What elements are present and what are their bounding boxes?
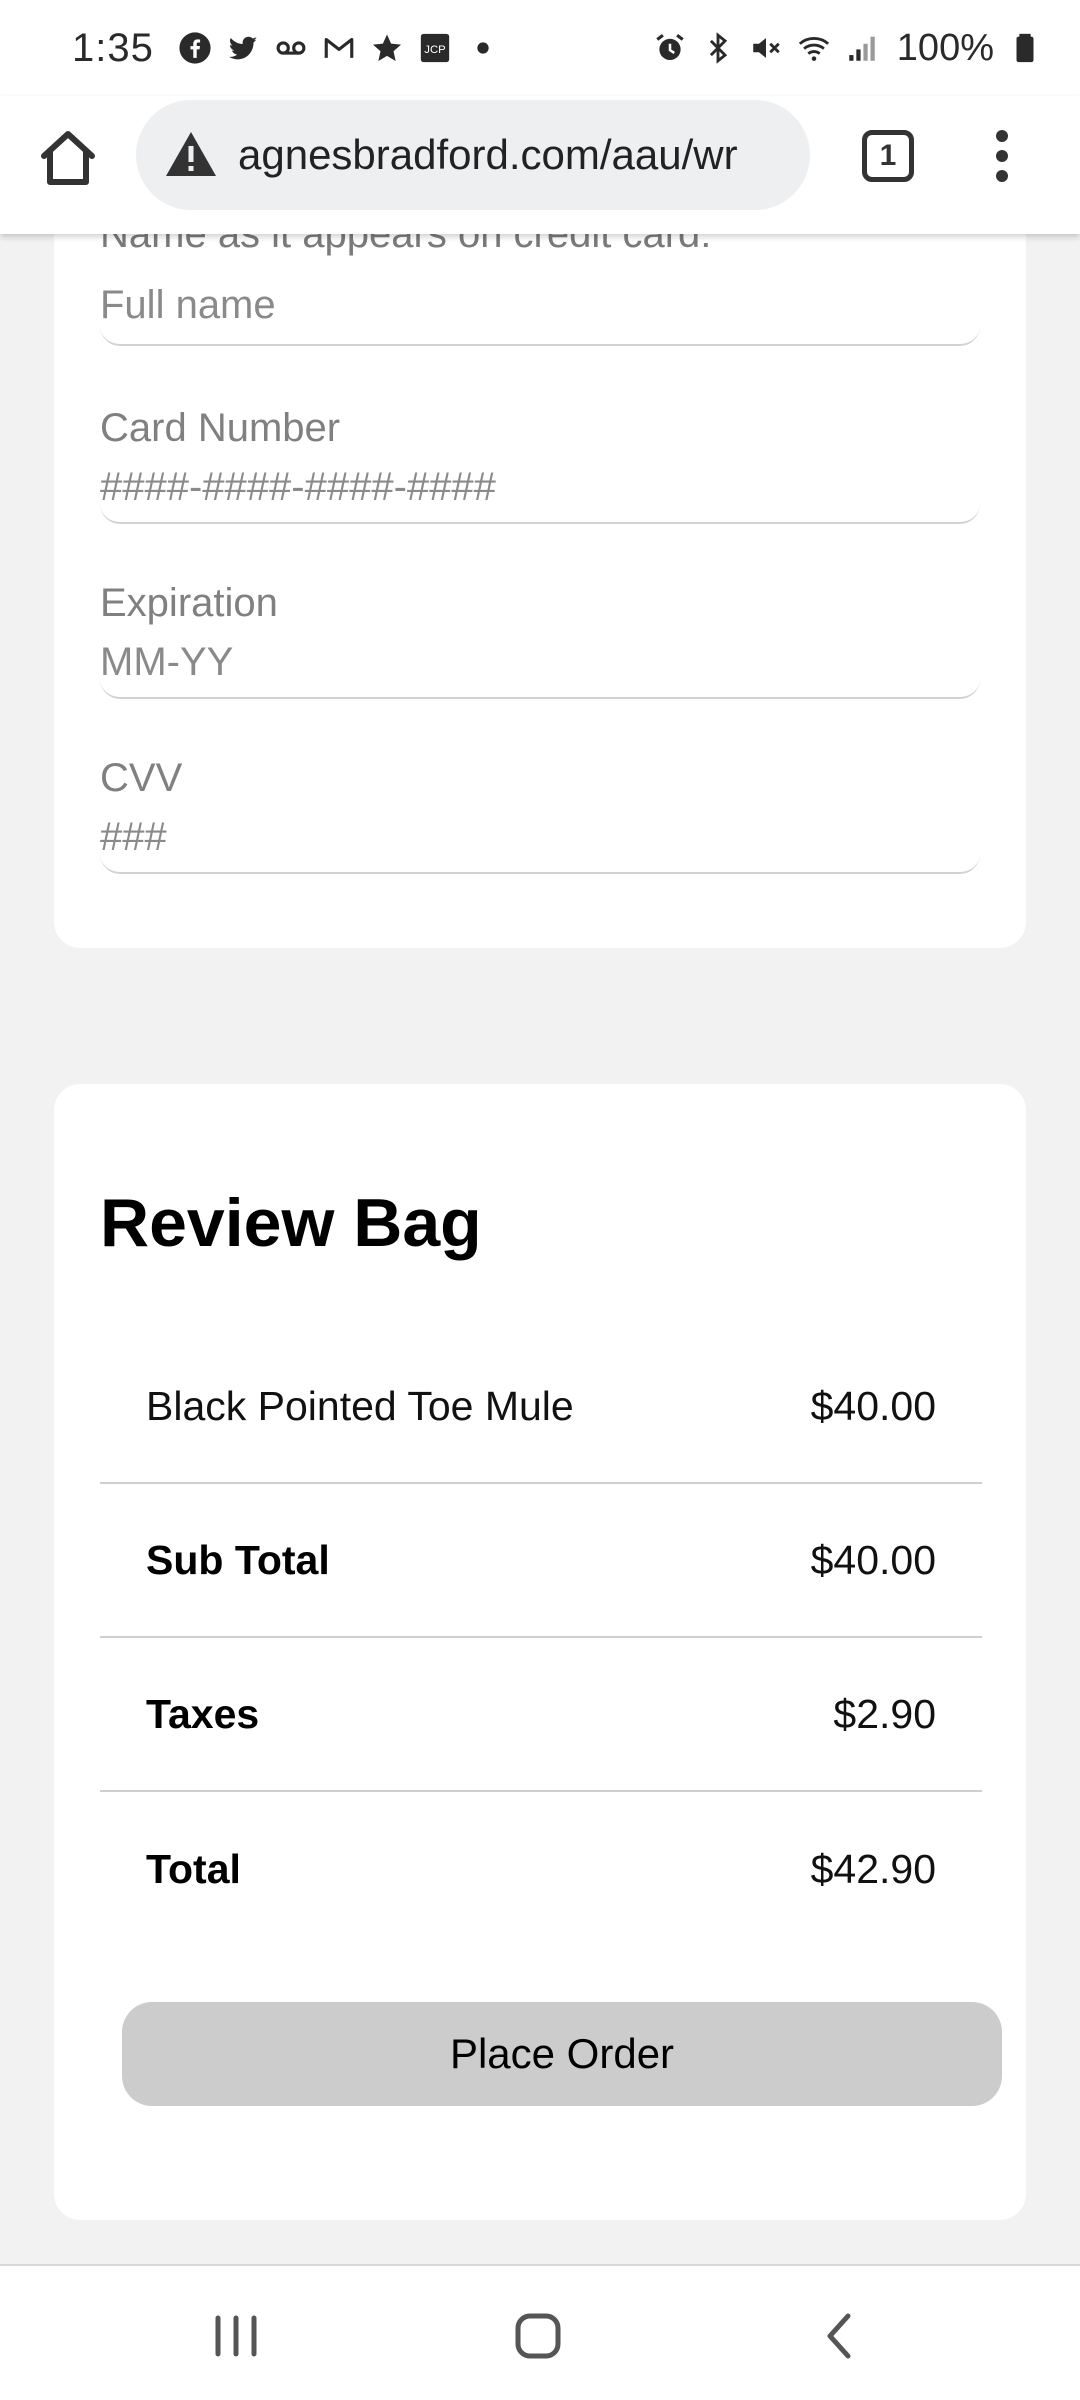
address-bar[interactable]: agnesbradford.com/aau/wr (136, 100, 810, 210)
card-number-input[interactable] (100, 452, 980, 524)
url-text[interactable]: agnesbradford.com/aau/wr (238, 131, 798, 179)
svg-text:JCP: JCP (424, 44, 445, 56)
status-left: 1:35 JCP (72, 26, 500, 71)
line-item: Black Pointed Toe Mule $40.00 (100, 1330, 982, 1484)
taxes-value: $2.90 (833, 1690, 936, 1737)
expiration-label: Expiration (100, 581, 278, 625)
cvv-label: CVV (100, 756, 183, 800)
taxes-row: Taxes $2.90 (100, 1638, 982, 1792)
gmail-icon (322, 31, 356, 65)
total-row: Total $42.90 (100, 1792, 982, 1946)
expiration-field: Expiration (100, 579, 980, 709)
cvv-field: CVV (100, 754, 980, 884)
name-label: Name as it appears on credit card: (100, 234, 712, 256)
wifi-icon (797, 31, 831, 65)
name-input[interactable] (100, 266, 980, 346)
item-name: Black Pointed Toe Mule (146, 1382, 574, 1429)
subtotal-value: $40.00 (810, 1536, 936, 1583)
expiration-input[interactable] (100, 627, 980, 699)
card-number-field: Card Number (100, 404, 980, 534)
signal-icon (845, 31, 879, 65)
item-price: $40.00 (810, 1382, 936, 1429)
browser-toolbar: agnesbradford.com/aau/wr 1 (0, 96, 1080, 234)
name-field (100, 266, 980, 346)
dot-icon (466, 31, 500, 65)
back-icon[interactable] (800, 2296, 880, 2376)
status-right: 100% (653, 27, 1042, 70)
recents-icon[interactable] (196, 2296, 276, 2376)
subtotal-row: Sub Total $40.00 (100, 1484, 982, 1638)
status-bar: 1:35 JCP 100% (0, 0, 1080, 96)
cvv-input[interactable] (100, 802, 980, 874)
subtotal-label: Sub Total (146, 1536, 330, 1583)
system-nav-bar (0, 2264, 1080, 2400)
review-bag-title: Review Bag (100, 1185, 482, 1261)
home-icon[interactable] (36, 126, 100, 190)
page-content: Name as it appears on credit card: Card … (0, 234, 1080, 2264)
more-menu-icon[interactable] (978, 124, 1026, 188)
warning-icon[interactable] (164, 128, 218, 182)
status-time: 1:35 (72, 25, 154, 70)
star-icon (370, 31, 404, 65)
payment-card: Name as it appears on credit card: Card … (54, 234, 1026, 948)
card-number-label: Card Number (100, 406, 341, 450)
total-label: Total (146, 1845, 241, 1892)
twitter-icon (226, 31, 260, 65)
taxes-label: Taxes (146, 1690, 260, 1737)
battery-percent: 100% (896, 26, 994, 69)
review-bag-card: Review Bag Black Pointed Toe Mule $40.00… (54, 1084, 1026, 2220)
alarm-icon (653, 31, 687, 65)
battery-icon (1008, 31, 1042, 65)
nav-home-icon[interactable] (498, 2296, 578, 2376)
facebook-icon (178, 31, 212, 65)
total-value: $42.90 (810, 1845, 936, 1892)
mute-icon (749, 31, 783, 65)
jcp-icon: JCP (418, 31, 452, 65)
bluetooth-icon (701, 31, 735, 65)
place-order-button[interactable]: Place Order (122, 2002, 1002, 2106)
voicemail-icon (274, 31, 308, 65)
review-list: Black Pointed Toe Mule $40.00 Sub Total … (100, 1330, 982, 1946)
tab-switcher-button[interactable]: 1 (862, 130, 914, 182)
